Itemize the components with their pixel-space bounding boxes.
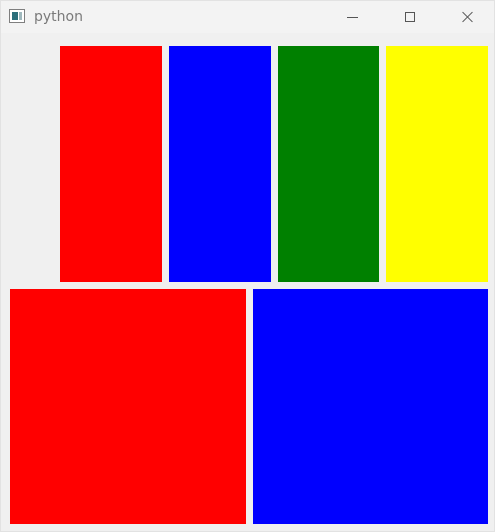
- blue-panel-bottom: [253, 289, 488, 524]
- app-icon-pane: [12, 12, 18, 20]
- window-title: python: [34, 9, 83, 25]
- maximize-button[interactable]: [387, 1, 433, 33]
- app-icon: [9, 9, 25, 23]
- close-button[interactable]: [445, 1, 491, 33]
- red-panel-bottom: [10, 289, 246, 524]
- app-window: python: [0, 0, 495, 532]
- maximize-icon: [405, 12, 415, 22]
- yellow-panel-top: [386, 46, 488, 282]
- minimize-button[interactable]: [329, 1, 375, 33]
- close-icon: [462, 11, 474, 23]
- title-bar[interactable]: python: [1, 1, 494, 33]
- app-icon-pane-secondary: [19, 12, 22, 20]
- red-panel-top: [60, 46, 162, 282]
- minimize-icon: [346, 16, 358, 18]
- blue-panel-top: [169, 46, 271, 282]
- green-panel-top: [278, 46, 379, 282]
